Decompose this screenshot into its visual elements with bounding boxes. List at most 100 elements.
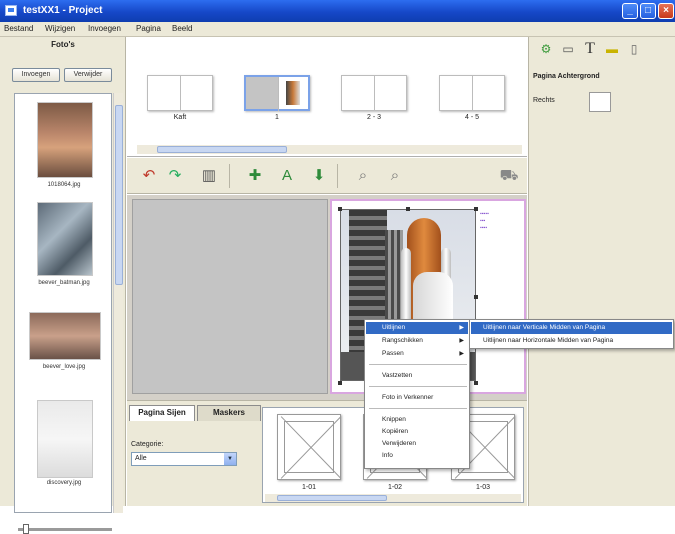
insert-photo-button[interactable]: Invoegen	[12, 68, 60, 82]
zoom-in-icon[interactable]: ⌕	[353, 166, 373, 186]
empty-left-page	[246, 77, 278, 109]
menu-item-fit[interactable]: Passen ▶	[366, 348, 468, 360]
tab-masks[interactable]: Maskers	[197, 405, 261, 421]
photo-thumbnail[interactable]	[29, 312, 101, 360]
layout-list-scrollbar[interactable]	[265, 494, 521, 502]
spread-label: 1	[275, 114, 279, 121]
spread-thumbnail-selected[interactable]	[244, 75, 310, 111]
spread-label: 2 - 3	[366, 114, 381, 121]
menu-item-info[interactable]: Info	[366, 450, 468, 462]
photo-caption: discovery.jpg	[46, 480, 82, 486]
close-button[interactable]: ×	[658, 3, 674, 19]
photo-thumbnail[interactable]	[37, 202, 93, 276]
resize-handle[interactable]	[474, 381, 478, 385]
remove-photo-button[interactable]: Verwijder	[64, 68, 112, 82]
photo-caption: beever_batman.jpg	[38, 280, 90, 286]
submenu-arrow-icon: ▶	[459, 351, 464, 357]
tab-page-layouts[interactable]: Pagina Sijen	[129, 405, 195, 421]
scrollbar-thumb[interactable]	[115, 105, 123, 285]
text-box-placeholder[interactable]: ▪▪▪▪▪ ▪▪▪ ▪▪▪▪	[480, 211, 489, 232]
category-label: Categorie:	[131, 441, 164, 448]
menu-bar: Bestand Wijzigen Invoegen Pagina Beeld	[0, 22, 675, 37]
submenu-arrow-icon: ▶	[459, 338, 464, 344]
align-submenu: Uitlijnen naar Verticale Midden van Pagi…	[469, 319, 674, 349]
photos-header: Foto's	[51, 40, 75, 49]
text-tool-icon[interactable]: T	[581, 40, 599, 58]
photo-thumbnail[interactable]	[37, 400, 93, 478]
menu-wijzigen[interactable]: Wijzigen	[45, 24, 75, 33]
menu-item-lock[interactable]: Vastzetten	[366, 370, 468, 382]
rotate-left-icon[interactable]: ↶	[139, 166, 159, 186]
layout-thumbnail[interactable]	[277, 414, 341, 480]
layout-label: 1-01	[301, 484, 316, 491]
page-icon[interactable]: ▯	[625, 40, 643, 58]
delete-icon[interactable]: ▥	[199, 166, 219, 186]
title-bar: testXX1 - Project _ □ ×	[0, 0, 675, 22]
spread-label: 4 - 5	[464, 114, 479, 121]
chevron-down-icon[interactable]: ▼	[224, 453, 236, 465]
menu-item-label: Uitlijnen	[382, 324, 406, 331]
resize-handle[interactable]	[338, 381, 342, 385]
photo-list[interactable]: 1018064.jpg beever_batman.jpg beever_lov…	[14, 93, 112, 513]
menu-invoegen[interactable]: Invoegen	[88, 24, 121, 33]
page-settings-icon[interactable]: ⚙	[537, 40, 555, 58]
add-text-icon[interactable]: A	[277, 166, 297, 186]
menu-item-cut[interactable]: Knippen	[366, 414, 468, 426]
zoom-out-icon[interactable]: ⌕	[385, 166, 405, 186]
resize-handle[interactable]	[338, 207, 342, 211]
context-menu: Uitlijnen ▶ Rangschikken ▶ Passen ▶ Vastzet…	[364, 319, 470, 469]
edit-toolbar: ↶ ↷ ▥ ✚ A ⬇ ⌕ ⌕ ⛟	[127, 158, 527, 194]
menu-item-label: Passen	[382, 350, 404, 357]
menu-item-arrange[interactable]: Rangschikken ▶	[366, 335, 468, 347]
add-photo-icon[interactable]: ✚	[245, 166, 265, 186]
menu-separator	[369, 364, 467, 365]
window-title: testXX1 - Project	[23, 5, 103, 16]
properties-toolbar: ⚙ ▭ T ▬ ▯	[529, 39, 675, 59]
photo-list-scrollbar[interactable]	[113, 93, 123, 513]
scrollbar-thumb[interactable]	[277, 495, 387, 501]
menu-beeld[interactable]: Beeld	[172, 24, 192, 33]
spread-thumbnail[interactable]	[439, 75, 505, 111]
menu-item-copy[interactable]: Kopiëren	[366, 426, 468, 438]
background-color-swatch[interactable]	[589, 92, 611, 112]
page-strip-scrollbar[interactable]	[137, 145, 522, 154]
shopping-cart-icon[interactable]: ⛟	[499, 166, 519, 186]
menu-item-align-horizontal-center[interactable]: Uitlijnen naar Horizontale Midden van Pa…	[471, 335, 672, 347]
menu-item-align-vertical-center[interactable]: Uitlijnen naar Verticale Midden van Pagi…	[471, 322, 672, 334]
rotate-right-icon[interactable]: ↷	[165, 166, 185, 186]
photo-caption: 1018064.jpg	[47, 182, 81, 188]
thumbnail-size-slider[interactable]	[18, 524, 112, 534]
scrollbar-thumb[interactable]	[157, 146, 287, 153]
frame-icon[interactable]: ▭	[559, 40, 577, 58]
slider-knob[interactable]	[23, 524, 29, 534]
spread-label: Kaft	[173, 114, 187, 121]
layout-label: 1-03	[475, 484, 490, 491]
photo-thumbnail[interactable]	[37, 102, 93, 178]
layout-label: 1-02	[387, 484, 402, 491]
resize-handle[interactable]	[406, 207, 410, 211]
resize-handle[interactable]	[474, 295, 478, 299]
line-tool-icon[interactable]: ▬	[603, 40, 621, 58]
menu-pagina[interactable]: Pagina	[136, 24, 161, 33]
menu-separator	[369, 408, 467, 409]
minimize-button[interactable]: _	[622, 3, 638, 19]
maximize-button[interactable]: □	[640, 3, 656, 19]
resize-handle[interactable]	[474, 207, 478, 211]
menu-item-show-in-explorer[interactable]: Foto in Verkenner	[366, 392, 468, 404]
toolbar-separator	[337, 164, 338, 188]
toolbar-separator	[229, 164, 230, 188]
menu-item-delete[interactable]: Verwijderen	[366, 438, 468, 450]
category-select[interactable]: Alle ▼	[131, 452, 237, 466]
menu-bestand[interactable]: Bestand	[4, 24, 33, 33]
spread-thumbnail[interactable]	[147, 75, 213, 111]
menu-separator	[369, 386, 467, 387]
menu-item-align[interactable]: Uitlijnen ▶	[366, 322, 468, 334]
photo-caption: beever_love.jpg	[42, 364, 86, 370]
menu-item-label: Rangschikken	[382, 337, 423, 344]
submenu-arrow-icon: ▶	[459, 325, 464, 331]
page-photo-preview	[286, 81, 300, 105]
left-page[interactable]	[132, 199, 328, 394]
spread-thumbnail[interactable]	[341, 75, 407, 111]
add-frame-icon[interactable]: ⬇	[309, 166, 329, 186]
photos-panel: Foto's Invoegen Verwijder 1018064.jpg be…	[0, 37, 126, 534]
